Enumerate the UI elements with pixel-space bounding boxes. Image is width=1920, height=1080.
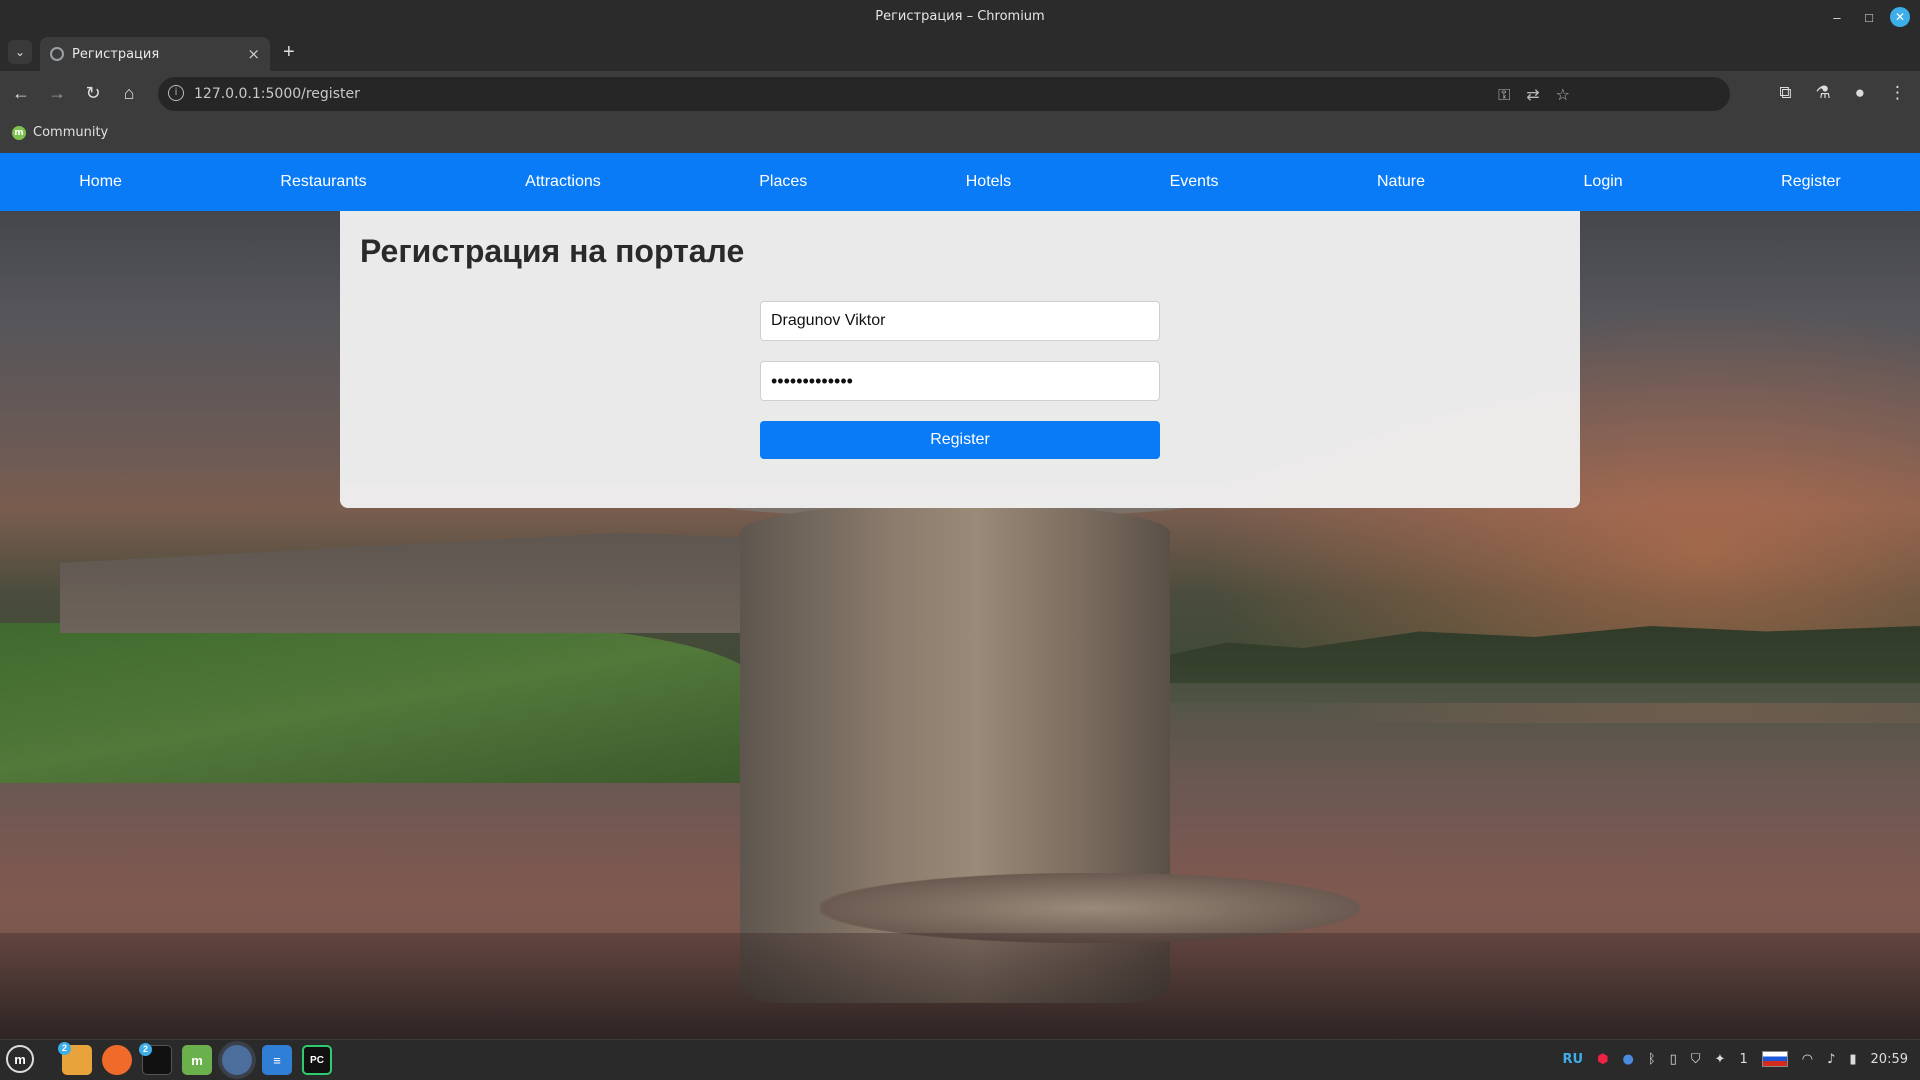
- omnibox-actions: ⚿ ⇄ ☆: [1498, 85, 1570, 105]
- page-viewport: Home Restaurants Attractions Places Hote…: [0, 153, 1920, 1039]
- maximize-button[interactable]: □: [1858, 6, 1880, 28]
- close-window-button[interactable]: ✕: [1890, 7, 1910, 27]
- profile-icon[interactable]: ●: [1855, 83, 1865, 103]
- tab-strip: ⌄ Регистрация × +: [0, 33, 1920, 71]
- bookmark-label: Community: [33, 125, 109, 140]
- russia-flag-icon[interactable]: [1761, 1051, 1788, 1067]
- pycharm-icon: PC: [310, 1054, 324, 1066]
- translate-icon[interactable]: ⇄: [1526, 85, 1539, 105]
- username-input[interactable]: [760, 301, 1160, 341]
- bluetooth-icon[interactable]: ᛒ: [1648, 1052, 1656, 1067]
- page-title: Регистрация на портале: [360, 233, 745, 269]
- tab-search-button[interactable]: ⌄: [8, 40, 32, 64]
- toolbar-right: ⧉ ⚗ ● ⋮: [1779, 83, 1906, 103]
- background-reflection: [0, 933, 1920, 1039]
- forward-icon[interactable]: →: [46, 83, 68, 103]
- nav-places[interactable]: Places: [759, 173, 807, 191]
- workspace-count[interactable]: 1: [1739, 1052, 1747, 1067]
- nav-restaurants[interactable]: Restaurants: [280, 173, 366, 191]
- terminal-badge: 2: [139, 1043, 152, 1056]
- window-title: Регистрация – Chromium: [875, 9, 1045, 24]
- back-icon[interactable]: ←: [10, 83, 32, 103]
- minimize-button[interactable]: –: [1826, 6, 1848, 28]
- nav-hotels[interactable]: Hotels: [966, 173, 1011, 191]
- globe-icon: [50, 47, 64, 61]
- browser-tray-icon[interactable]: ●: [1622, 1052, 1633, 1067]
- site-navbar: Home Restaurants Attractions Places Hote…: [0, 153, 1920, 211]
- mint-menu-button[interactable]: m: [6, 1045, 34, 1073]
- registration-card: Регистрация на портале Register: [340, 211, 1580, 508]
- site-info-icon[interactable]: i: [168, 85, 184, 101]
- clock[interactable]: 20:59: [1871, 1052, 1908, 1067]
- menu-icon[interactable]: ⋮: [1889, 83, 1906, 103]
- nav-nature[interactable]: Nature: [1377, 173, 1425, 191]
- clipboard-icon[interactable]: ▯: [1670, 1052, 1677, 1067]
- background-grass: [0, 623, 760, 783]
- files-badge: 2: [58, 1042, 71, 1055]
- home-icon[interactable]: ⌂: [118, 83, 140, 103]
- app-tray-icon[interactable]: ⬢: [1597, 1052, 1608, 1067]
- star-icon[interactable]: ☆: [1556, 85, 1570, 105]
- shield-icon[interactable]: ⛉: [1691, 1052, 1701, 1067]
- background-fortress-wall: [60, 533, 760, 633]
- mint-icon: m: [12, 125, 26, 140]
- register-button[interactable]: Register: [760, 421, 1160, 459]
- window-controls: – □ ✕: [1826, 6, 1910, 28]
- battery-icon[interactable]: ▮: [1849, 1052, 1856, 1067]
- address-bar[interactable]: i 127.0.0.1:5000/register ⚿ ⇄ ☆: [158, 77, 1730, 111]
- new-tab-button[interactable]: +: [283, 42, 295, 62]
- tab-close-button[interactable]: ×: [247, 45, 260, 63]
- extensions-icon[interactable]: ⧉: [1779, 83, 1791, 103]
- bookmark-community[interactable]: m Community: [12, 125, 108, 140]
- window-titlebar: Регистрация – Chromium – □ ✕: [0, 0, 1920, 33]
- keyboard-layout[interactable]: RU: [1563, 1052, 1584, 1067]
- nav-events[interactable]: Events: [1170, 173, 1219, 191]
- firefox-app[interactable]: [102, 1045, 132, 1075]
- mint-update-app[interactable]: m: [182, 1045, 212, 1075]
- notifications-icon[interactable]: ✦: [1715, 1052, 1726, 1067]
- url-text[interactable]: 127.0.0.1:5000/register: [194, 86, 360, 102]
- taskbar: m 2 2 m ≡ PC RU ⬢ ● ᛒ ▯ ⛉ ✦ 1 ◠ ♪ ▮ 20:5…: [0, 1039, 1920, 1080]
- reload-icon[interactable]: ↻: [82, 83, 104, 103]
- mint-icon: m: [191, 1052, 203, 1068]
- tab-register[interactable]: Регистрация ×: [40, 37, 270, 71]
- browser-toolbar: ← → ↻ ⌂ i 127.0.0.1:5000/register ⚿ ⇄ ☆ …: [0, 71, 1920, 117]
- terminal-app[interactable]: 2: [139, 1043, 172, 1075]
- files-app[interactable]: 2: [58, 1042, 92, 1075]
- text-editor-app[interactable]: ≡: [262, 1045, 292, 1075]
- password-input[interactable]: [760, 361, 1160, 401]
- nav-home[interactable]: Home: [79, 173, 122, 191]
- tab-label: Регистрация: [72, 47, 160, 62]
- nav-login[interactable]: Login: [1584, 173, 1623, 191]
- chromium-app[interactable]: [222, 1045, 252, 1075]
- nav-attractions[interactable]: Attractions: [525, 173, 601, 191]
- system-tray: RU ⬢ ● ᛒ ▯ ⛉ ✦ 1 ◠ ♪ ▮ 20:59: [1563, 1051, 1908, 1067]
- wifi-icon[interactable]: ◠: [1802, 1052, 1813, 1067]
- chevron-down-icon: ⌄: [14, 45, 26, 59]
- nav-register[interactable]: Register: [1781, 173, 1841, 191]
- labs-icon[interactable]: ⚗: [1815, 83, 1830, 103]
- volume-icon[interactable]: ♪: [1827, 1052, 1835, 1067]
- bookmarks-bar: m Community: [0, 117, 1920, 153]
- key-icon[interactable]: ⚿: [1498, 85, 1510, 105]
- text-editor-icon: ≡: [273, 1052, 281, 1068]
- pycharm-app[interactable]: PC: [302, 1045, 332, 1075]
- mint-logo-icon: m: [14, 1051, 26, 1067]
